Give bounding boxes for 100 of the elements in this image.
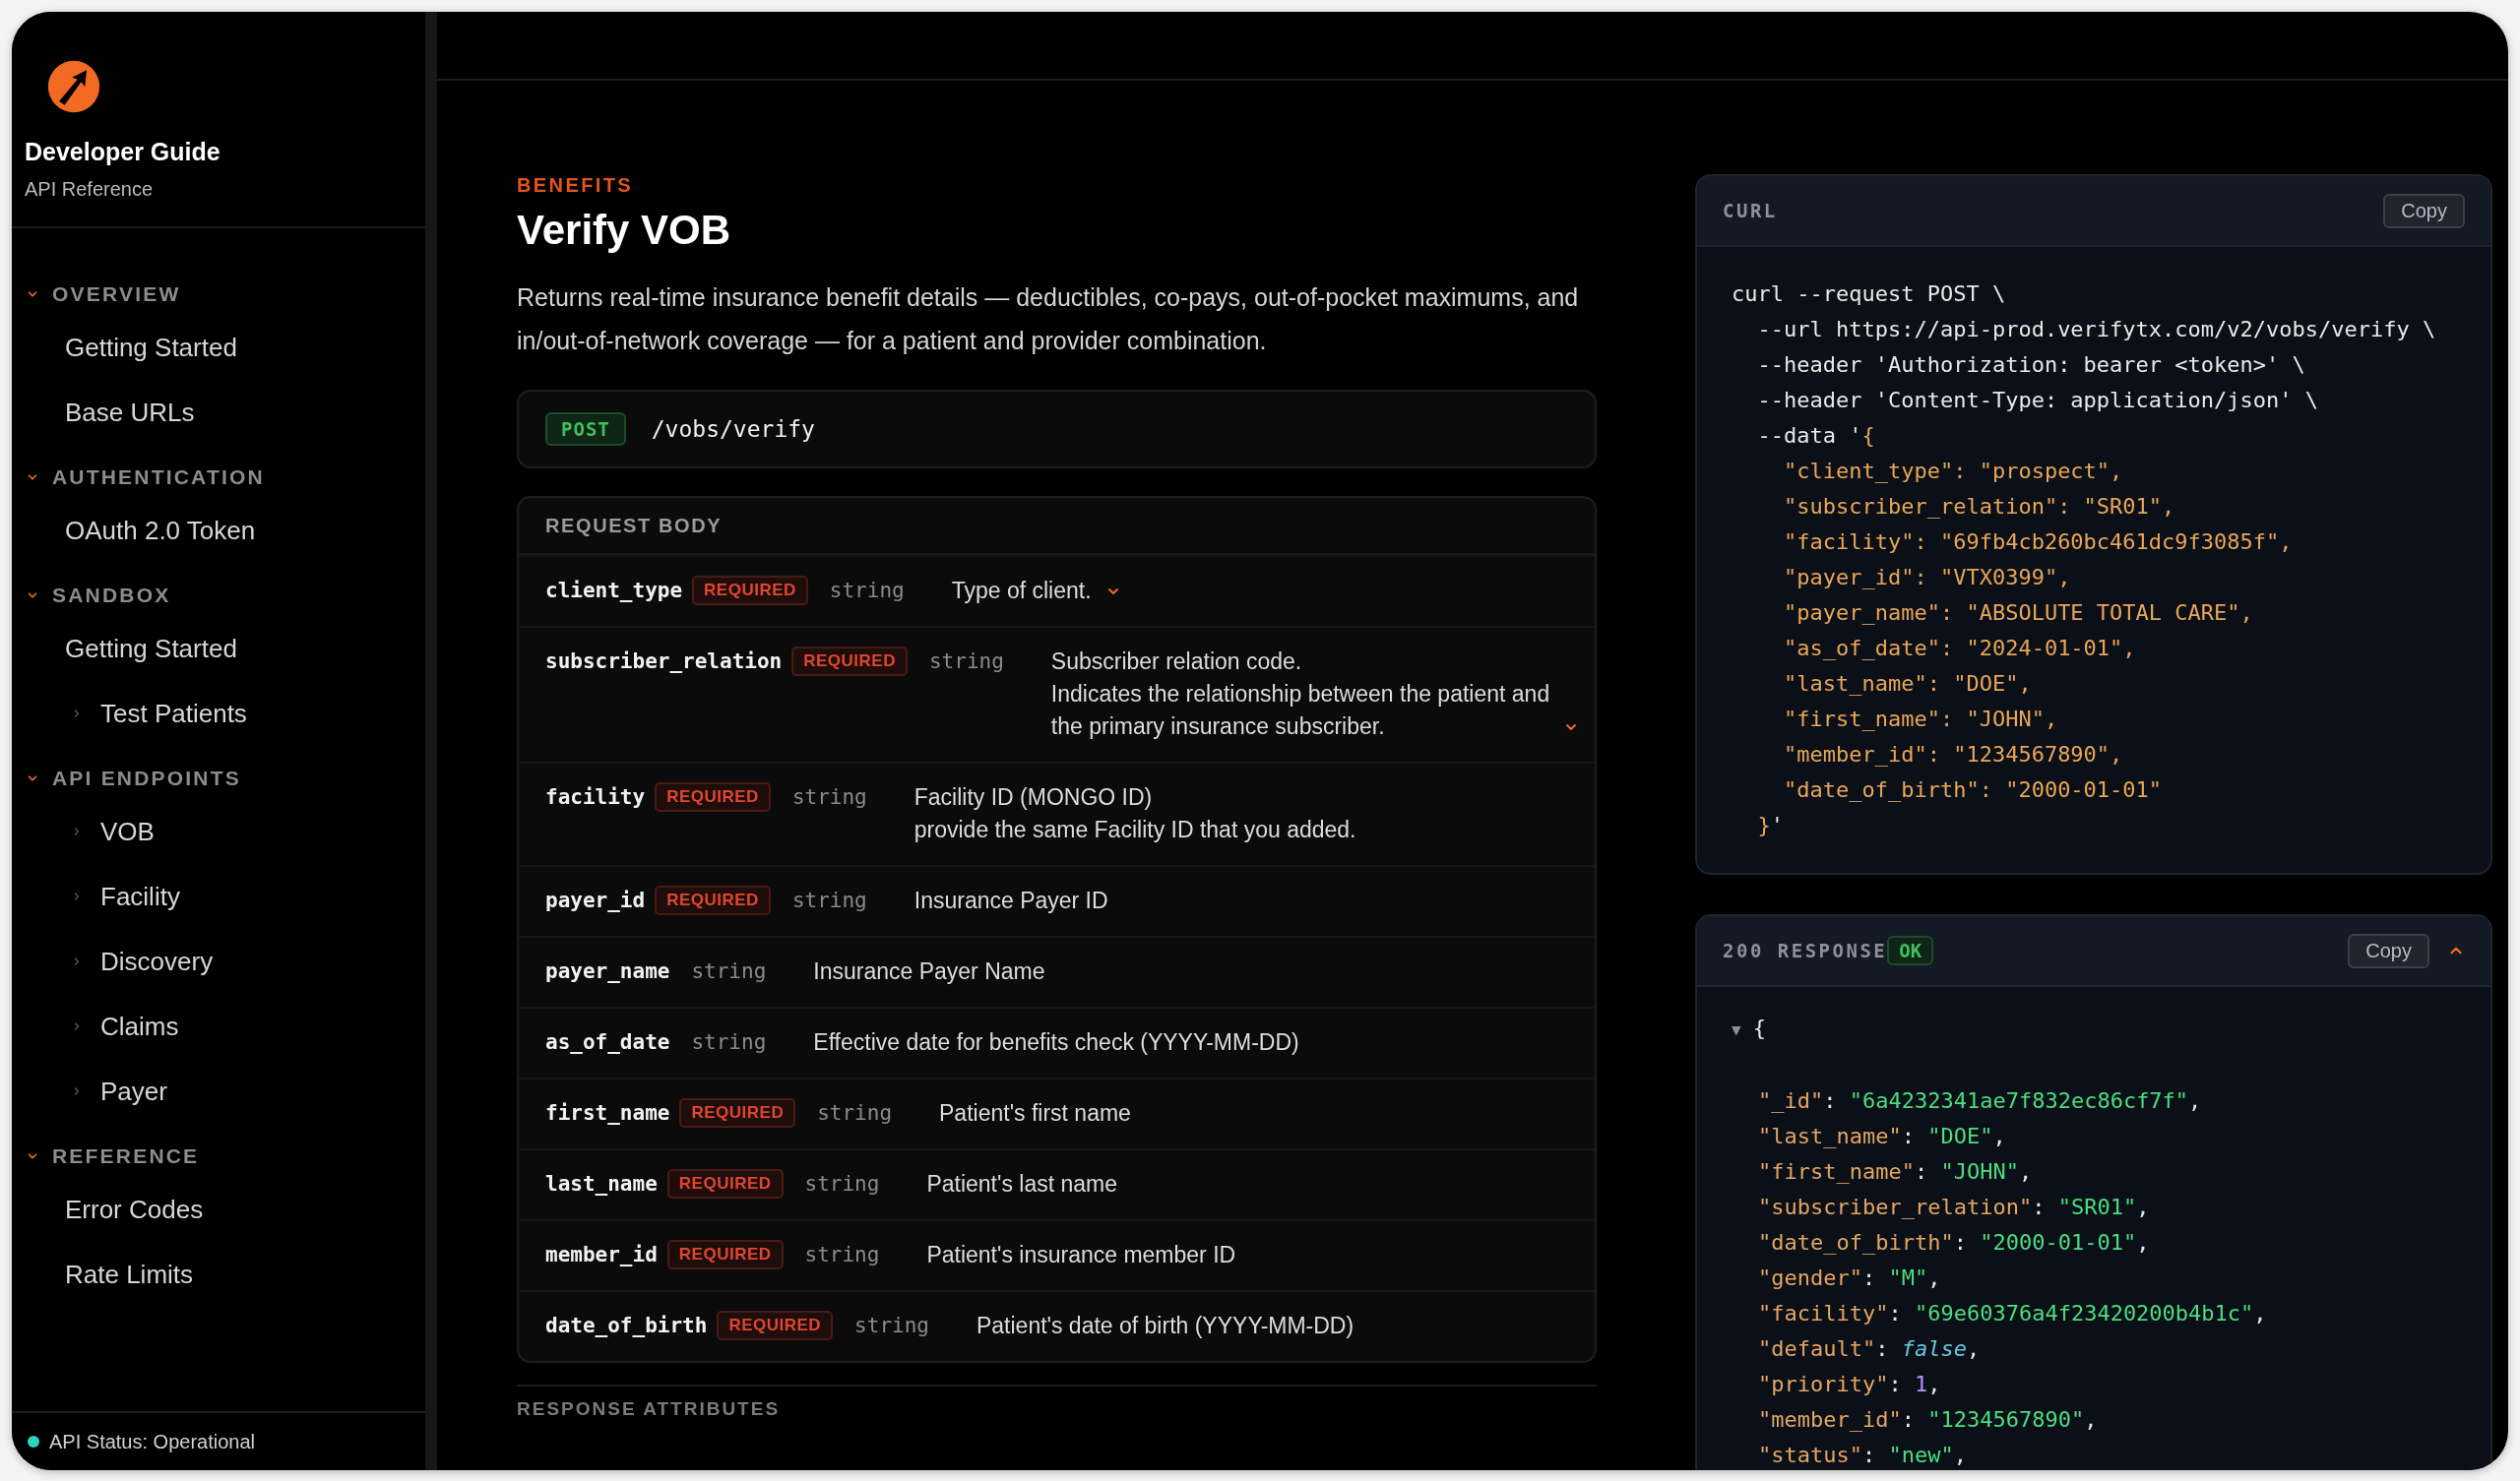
field-type: string (854, 1313, 929, 1339)
method-badge: POST (545, 412, 626, 446)
field-name: payer_name (545, 958, 670, 985)
code-line: "date_of_birth": "2000-01-01", (1758, 1229, 2151, 1257)
code-line: "last_name": "DOE", (1782, 670, 2033, 698)
nav-item[interactable]: Claims (12, 994, 425, 1059)
field-description: Effective date for benefits check (YYYY-MM-DD) (813, 1028, 1299, 1057)
field-name: first_name (545, 1100, 670, 1127)
field-type: string (791, 784, 867, 811)
status-text: API Status: Operational (49, 1430, 255, 1453)
code-line: "_id": "6a4232341ae7f832ec86cf7f", (1758, 1087, 2203, 1115)
field-name: subscriber_relation (545, 648, 783, 675)
status-badge: OK (1887, 936, 1934, 965)
field-name: payer_id (545, 888, 646, 914)
code-line: "first_name": "JOHN", (1782, 706, 2059, 733)
field-description: Type of client. (951, 577, 1092, 605)
required-badge: REQUIRED (655, 782, 771, 812)
brand-title: Developer Guide (25, 138, 221, 166)
field-type: string (829, 578, 905, 604)
nav-section-label[interactable]: REFERENCE (52, 1144, 200, 1168)
field-description: Insurance Payer ID (914, 887, 1108, 915)
field-name: client_type (545, 578, 683, 604)
brand-subtitle: API Reference (25, 178, 155, 201)
logo-icon (46, 59, 101, 114)
code-line: "status": "new", (1758, 1442, 1968, 1469)
code-line: "payer_name": "ABSOLUTE TOTAL CARE", (1782, 599, 2254, 627)
field-type: string (804, 1242, 880, 1268)
code-line: "default": false, (1758, 1335, 1982, 1363)
code-line: curl --request POST \ (1732, 280, 2007, 308)
code-line: --url https://api-prod.verifytx.com/v2/vobs/verify \ (1756, 316, 2437, 343)
code-line: "subscriber_relation": "SR01", (1758, 1194, 2151, 1221)
category-label: BENEFITS (517, 174, 635, 197)
field-description: Patient's first name (939, 1099, 1131, 1128)
code-line: "client_type": "prospect", (1782, 458, 2124, 485)
code-line: "subscriber_relation": "SR01", (1782, 493, 2176, 521)
nav-section-label[interactable]: AUTHENTICATION (52, 465, 265, 489)
nav-item[interactable]: Error Codes (12, 1177, 425, 1242)
nav-section-label[interactable]: SANDBOX (52, 584, 171, 607)
field-name: member_id (545, 1242, 658, 1268)
nav-section-label[interactable]: OVERVIEW (52, 282, 181, 306)
field-type: string (691, 958, 767, 985)
required-badge: REQUIRED (666, 1169, 784, 1199)
code-language-label: CURL (1723, 200, 1778, 221)
field-name: date_of_birth (545, 1313, 708, 1339)
code-line: }' (1756, 812, 1785, 839)
field-description: Facility ID (MONGO ID) provide the same Facility ID that you added. (914, 783, 1356, 844)
field-description: Subscriber relation code. Indicates the relationship between the patient and the primary insurance subscriber. (1050, 648, 1550, 741)
section-heading: RESPONSE ATTRIBUTES (517, 1398, 782, 1420)
field-name: facility (545, 784, 646, 811)
required-badge: REQUIRED (666, 1240, 784, 1269)
nav-item[interactable]: Getting Started (12, 315, 425, 380)
code-line: "member_id": "1234567890", (1758, 1406, 2099, 1434)
field-description: Patient's date of birth (YYYY-MM-DD) (976, 1312, 1354, 1340)
code-line: "facility": "69fb4cb260bc461dc9f3085f", (1782, 528, 2294, 556)
copy-button[interactable]: Copy (2348, 933, 2429, 968)
nav-item[interactable]: Getting Started (12, 616, 425, 681)
nav-item[interactable]: Test Patients (12, 681, 425, 746)
field-description: Patient's last name (926, 1170, 1117, 1199)
code-line: "facility": "69e60376a4f23420200b4b1c", (1758, 1300, 2268, 1327)
code-line: --data '{ (1756, 422, 1876, 450)
nav-item[interactable]: OAuth 2.0 Token (12, 498, 425, 563)
required-badge: REQUIRED (692, 576, 808, 605)
collapse-toggle[interactable]: ▼ (1732, 1020, 1741, 1039)
field-type: string (928, 648, 1004, 675)
field-name: as_of_date (545, 1029, 670, 1056)
field-type: string (691, 1029, 767, 1056)
field-description: Insurance Payer Name (813, 957, 1045, 986)
page-description: Returns real-time insurance benefit details — deductibles, co-pays, out-of-pocket maximums, and in/out-of-network coverage — for a patient and provider combination. (517, 282, 1580, 356)
code-brace: { (1752, 1016, 1766, 1040)
request-body-heading: REQUEST BODY (519, 498, 1595, 555)
code-line: "first_name": "JOHN", (1758, 1158, 2034, 1186)
nav-section-label[interactable]: API ENDPOINTS (52, 767, 241, 790)
code-line: --header 'Content-Type: application/json' \ (1756, 387, 2320, 414)
code-line: --header 'Authorization: bearer <token>' \ (1756, 351, 2306, 379)
field-name: last_name (545, 1171, 658, 1198)
nav-item[interactable]: Discovery (12, 929, 425, 994)
endpoint-path: /vobs/verify (651, 416, 815, 442)
code-line: "priority": 1, (1758, 1371, 1942, 1398)
code-line: "last_name": "DOE", (1758, 1123, 2007, 1150)
code-line: "as_of_date": "2024-01-01", (1782, 635, 2137, 662)
nav-item[interactable]: Rate Limits (12, 1242, 425, 1307)
nav-item[interactable]: VOB (12, 799, 425, 864)
required-badge: REQUIRED (655, 886, 771, 915)
nav-item[interactable]: Base URLs (12, 380, 425, 445)
nav-item[interactable]: Facility (12, 864, 425, 929)
field-type: string (804, 1171, 880, 1198)
field-description: Patient's insurance member ID (926, 1241, 1236, 1269)
field-type: string (791, 888, 867, 914)
copy-button[interactable]: Copy (2383, 193, 2465, 228)
field-type: string (817, 1100, 893, 1127)
code-line: "payer_id": "VTX0399", (1782, 564, 2072, 591)
required-badge: REQUIRED (791, 647, 908, 676)
required-badge: REQUIRED (679, 1098, 796, 1128)
required-badge: REQUIRED (717, 1311, 834, 1340)
code-line: "member_id": "1234567890", (1782, 741, 2124, 769)
response-label: 200 RESPONSE (1723, 940, 1888, 961)
page-title: Verify VOB (517, 207, 732, 254)
nav-item[interactable]: Payer (12, 1059, 425, 1124)
code-line: "gender": "M", (1758, 1265, 1942, 1292)
code-line: "date_of_birth": "2000-01-01" (1782, 776, 2164, 804)
